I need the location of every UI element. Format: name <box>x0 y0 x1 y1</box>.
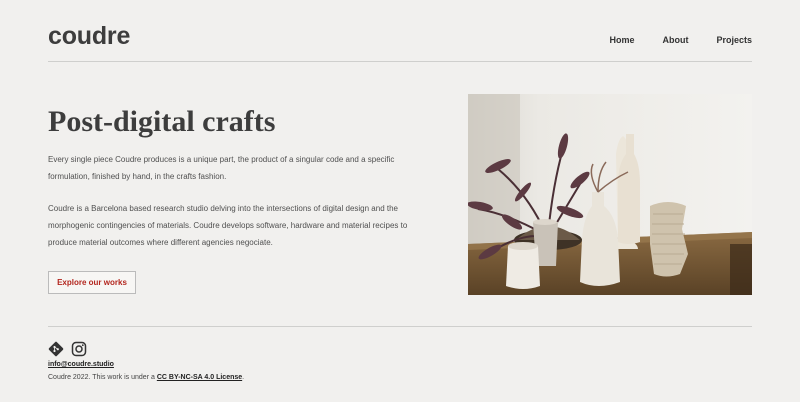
logo[interactable]: coudre <box>48 22 130 51</box>
social-links <box>48 341 87 357</box>
nav-projects[interactable]: Projects <box>716 35 752 45</box>
hero-photo <box>468 94 752 295</box>
copyright-text: Coudre 2022. This work is under a CC BY-… <box>48 374 244 381</box>
main-nav: Home About Projects <box>609 35 752 45</box>
nav-about[interactable]: About <box>662 35 688 45</box>
nav-home[interactable]: Home <box>609 35 634 45</box>
footer-divider <box>48 326 752 327</box>
site-header: coudre Home About Projects <box>48 20 752 62</box>
explore-works-button[interactable]: Explore our works <box>48 271 136 294</box>
copyright-suffix: . <box>242 374 245 381</box>
studio-paragraph: Coudre is a Barcelona based research stu… <box>48 204 408 247</box>
contact-email-link[interactable]: info@coudre.studio <box>48 361 114 368</box>
license-link[interactable]: CC BY-NC-SA 4.0 License <box>157 374 242 381</box>
intro-paragraph: Every single piece Coudre produces is a … <box>48 155 395 181</box>
hero-title: Post-digital crafts <box>48 105 276 138</box>
git-icon[interactable] <box>48 341 64 357</box>
instagram-icon[interactable] <box>71 341 87 357</box>
copyright-prefix: Coudre 2022. This work is under a <box>48 374 157 381</box>
